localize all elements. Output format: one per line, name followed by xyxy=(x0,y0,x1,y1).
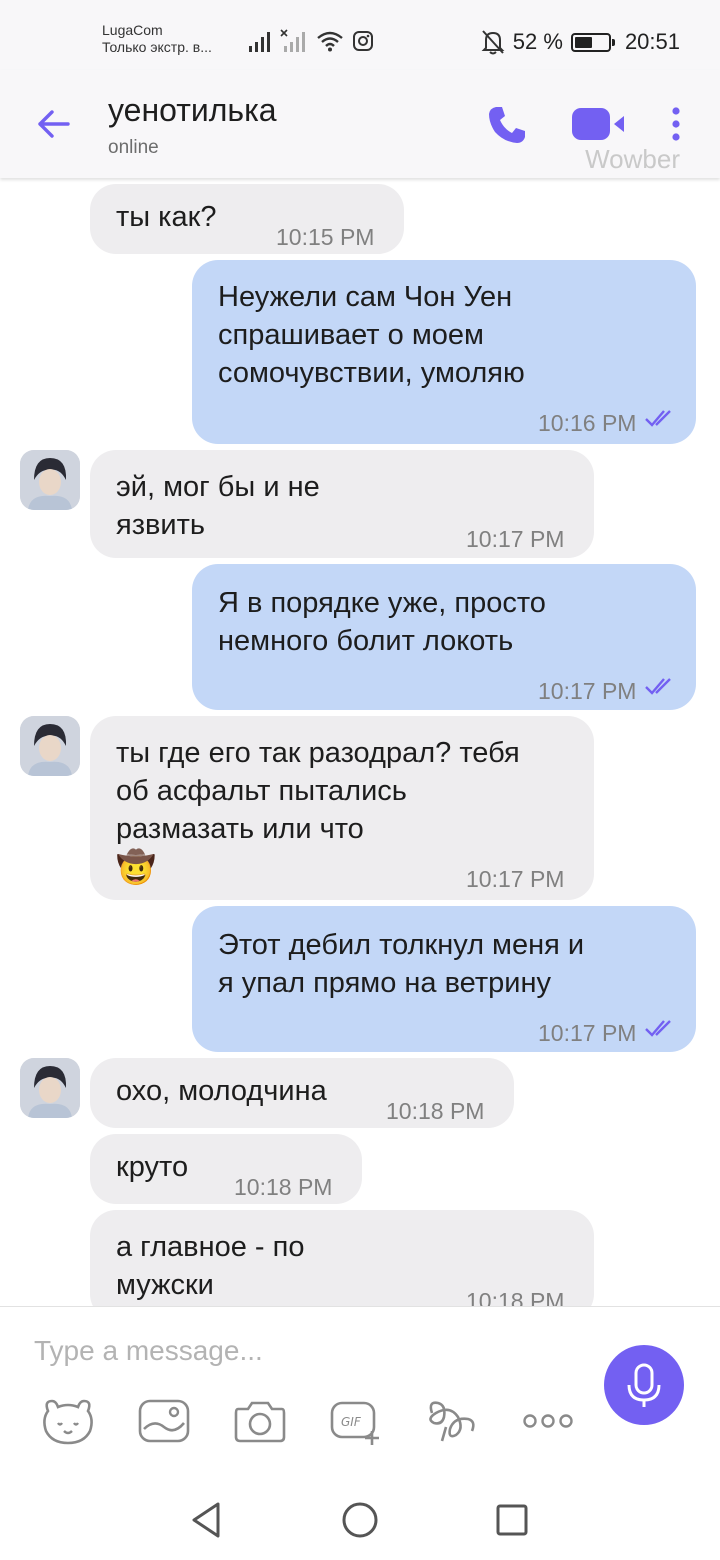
contact-name[interactable]: уенотилька xyxy=(108,92,277,129)
gallery-icon[interactable] xyxy=(136,1395,192,1447)
watermark: Wowber xyxy=(585,144,680,174)
incoming-message[interactable]: а главное - по мужски 10:18 PM xyxy=(90,1210,594,1306)
read-checkmarks-icon xyxy=(645,1020,671,1037)
contact-avatar[interactable] xyxy=(20,716,80,776)
microphone-icon xyxy=(627,1363,661,1407)
signal-strength-icon xyxy=(249,32,270,52)
bell-off-icon xyxy=(481,30,505,55)
phone-icon[interactable] xyxy=(486,104,528,146)
message-time: 10:15 PM xyxy=(276,224,375,250)
incoming-message[interactable]: ты где его так разодрал? тебя об асфальт… xyxy=(90,716,594,900)
instagram-icon xyxy=(353,31,373,51)
clock: 20:51 xyxy=(624,29,680,54)
incoming-message[interactable]: охо, молодчина 10:18 PM xyxy=(90,1058,514,1128)
message-time: 10:16 PM xyxy=(538,410,637,436)
svg-text:GIF: GIF xyxy=(341,1415,362,1429)
contact-status: online xyxy=(108,137,159,158)
message-time: 10:17 PM xyxy=(466,526,565,552)
carrier-info: LugaCom Только экстр. в... xyxy=(102,22,212,56)
carrier-name: LugaCom xyxy=(102,22,163,38)
more-icon[interactable] xyxy=(520,1395,576,1447)
status-bar: LugaCom Только экстр. в... 52 % 20:51 xyxy=(0,0,720,70)
message-text: эй, мог бы и не язвить xyxy=(116,471,320,541)
contact-avatar[interactable] xyxy=(20,1058,80,1118)
message-text: охо, молодчина xyxy=(116,1075,327,1107)
incoming-message[interactable]: ты как? 10:15 PM xyxy=(90,184,404,254)
message-text: ты как? xyxy=(116,201,217,233)
arrow-left-icon[interactable] xyxy=(34,104,74,144)
outgoing-message[interactable]: Неужели сам Чон Уен спрашивает о моем со… xyxy=(192,260,696,444)
message-text: Неужели сам Чон Уен спрашивает о моем со… xyxy=(218,281,525,389)
outgoing-message[interactable]: Этот дебил толкнул меня и я упал прямо н… xyxy=(192,906,696,1052)
message-text: Этот дебил толкнул меня и я упал прямо н… xyxy=(218,929,585,999)
status-icons xyxy=(248,28,374,54)
voice-message-button[interactable] xyxy=(604,1345,684,1425)
sticker-icon[interactable] xyxy=(40,1395,96,1447)
wifi-icon xyxy=(317,31,343,52)
gif-icon[interactable]: GIF xyxy=(328,1395,384,1447)
avatar-photo xyxy=(20,1058,80,1118)
message-time: 10:18 PM xyxy=(466,1288,565,1306)
chat-header: уенотилька online Wowber xyxy=(0,70,720,178)
avatar-photo xyxy=(20,716,80,776)
message-time: 10:18 PM xyxy=(386,1098,485,1124)
battery-icon xyxy=(570,32,615,52)
doodle-icon[interactable] xyxy=(424,1395,480,1447)
video-call-icon[interactable] xyxy=(570,106,630,142)
message-list[interactable]: ты как? 10:15 PM Неужели сам Чон Уен спр… xyxy=(0,178,720,1306)
battery-level xyxy=(574,36,592,48)
message-time: 10:17 PM xyxy=(466,866,565,892)
back-triangle-icon[interactable] xyxy=(186,1498,230,1542)
system-nav-bar xyxy=(0,1488,720,1560)
avatar-photo xyxy=(20,450,80,510)
outgoing-message[interactable]: Я в порядке уже, просто немного болит ло… xyxy=(192,564,696,710)
message-input[interactable] xyxy=(34,1329,574,1373)
battery-percent: 52 % xyxy=(512,29,563,54)
incoming-message[interactable]: эй, мог бы и не язвить 10:17 PM xyxy=(90,450,594,558)
message-time: 10:18 PM xyxy=(234,1174,333,1200)
message-text: Я в порядке уже, просто немного болит ло… xyxy=(218,587,546,657)
camera-icon[interactable] xyxy=(232,1395,288,1447)
contact-avatar[interactable] xyxy=(20,450,80,510)
message-text: круто xyxy=(116,1151,189,1183)
message-time: 10:17 PM xyxy=(538,678,637,704)
status-right: 52 % 20:51 xyxy=(481,27,680,57)
read-checkmarks-icon xyxy=(645,410,671,427)
message-composer: GIF xyxy=(0,1306,720,1488)
message-time: 10:17 PM xyxy=(538,1020,637,1046)
carrier-subtitle: Только экстр. в... xyxy=(102,39,212,55)
home-circle-icon[interactable] xyxy=(338,1498,382,1542)
recents-square-icon[interactable] xyxy=(490,1498,534,1542)
no-signal-icon xyxy=(280,29,305,52)
incoming-message[interactable]: круто 10:18 PM xyxy=(90,1134,362,1204)
read-checkmarks-icon xyxy=(645,678,671,695)
message-text: а главное - по мужски xyxy=(116,1231,305,1301)
message-text: ты где его так разодрал? тебя об асфальт… xyxy=(116,737,520,845)
cowboy-emoji: 🤠 xyxy=(116,849,156,885)
more-options-icon[interactable] xyxy=(668,104,684,144)
